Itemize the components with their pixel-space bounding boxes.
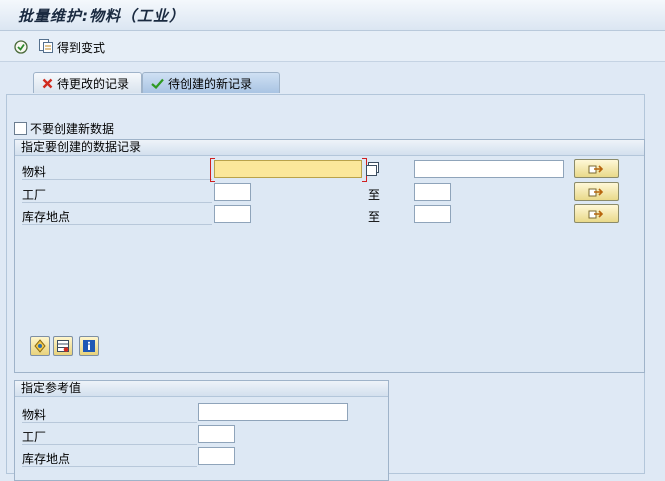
row-label-plant: 工厂	[22, 186, 212, 203]
info-button[interactable]	[79, 336, 99, 356]
material-multiple-select-button[interactable]	[574, 159, 619, 178]
plant-to-input[interactable]	[414, 183, 451, 201]
multiple-selection-icon[interactable]	[365, 161, 381, 177]
table-button[interactable]	[53, 336, 73, 356]
arrow-right-icon	[588, 209, 603, 218]
get-variant-button[interactable]: 得到变式	[57, 39, 105, 56]
material-from-input[interactable]	[214, 160, 362, 178]
tab-records-to-change[interactable]: 待更改的记录	[33, 72, 142, 93]
application-toolbar: 得到变式	[0, 31, 665, 62]
ref-storage-location-input[interactable]	[198, 447, 235, 465]
plant-from-input[interactable]	[214, 183, 251, 201]
green-check-icon	[151, 78, 164, 89]
storage-location-multiple-select-button[interactable]	[574, 204, 619, 223]
storage-location-from-input[interactable]	[214, 205, 251, 223]
tab-new-records[interactable]: 待创建的新记录	[142, 72, 280, 93]
ref-row-label-material: 物料	[22, 406, 197, 423]
window-title: 批量维护:物料（工业）	[18, 7, 185, 25]
to-label: 至	[368, 210, 381, 224]
storage-location-to-input[interactable]	[414, 205, 451, 223]
ref-row-label-storage-location: 库存地点	[22, 450, 197, 467]
to-label: 至	[368, 188, 381, 202]
row-label-material: 物料	[22, 163, 212, 180]
tab-strip: 待更改的记录 待创建的新记录	[0, 72, 665, 94]
execute-icon[interactable]	[13, 39, 29, 55]
ref-plant-input[interactable]	[198, 425, 235, 443]
plant-multiple-select-button[interactable]	[574, 182, 619, 201]
table-icon	[57, 340, 69, 352]
group-title: 指定参考值	[15, 381, 388, 397]
no-create-option[interactable]: 不要创建新数据	[14, 120, 114, 137]
hierarchy-button[interactable]	[30, 336, 50, 356]
arrow-right-icon	[588, 187, 603, 196]
arrow-right-icon	[588, 164, 603, 173]
row-label-storage-location: 库存地点	[22, 208, 212, 225]
ref-material-input[interactable]	[198, 403, 348, 421]
tab-label: 待创建的新记录	[168, 76, 253, 91]
get-variant-icon[interactable]	[38, 38, 54, 54]
group-title: 指定要创建的数据记录	[15, 140, 644, 156]
info-icon	[83, 340, 95, 352]
no-create-label: 不要创建新数据	[30, 122, 115, 136]
red-x-icon	[42, 78, 53, 88]
material-to-input[interactable]	[414, 160, 564, 178]
ref-row-label-plant: 工厂	[22, 428, 197, 445]
no-create-checkbox[interactable]	[14, 122, 27, 135]
tab-label: 待更改的记录	[57, 76, 130, 91]
hierarchy-icon	[34, 339, 46, 353]
title-bar: 批量维护:物料（工业）	[0, 0, 665, 31]
